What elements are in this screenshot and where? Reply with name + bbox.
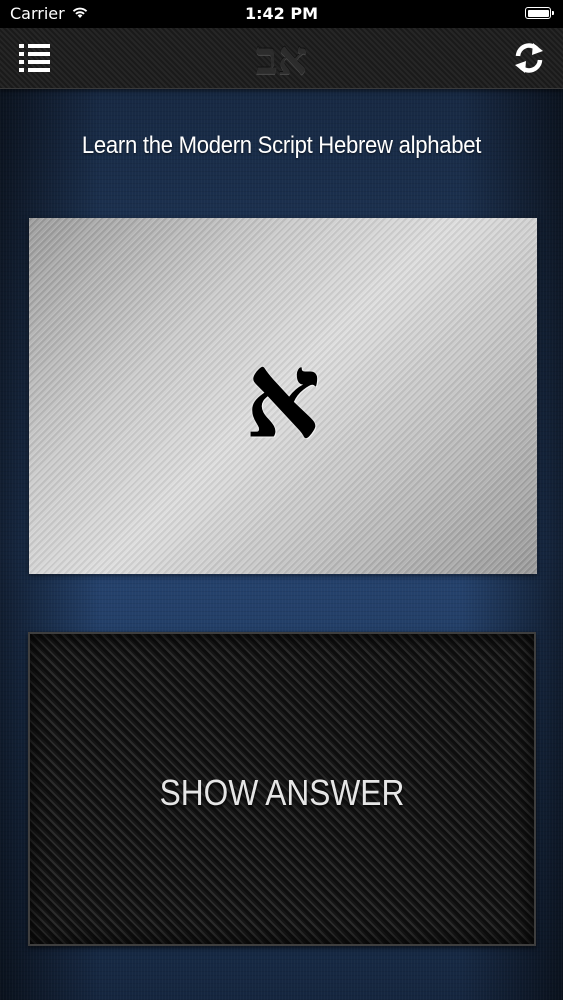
show-answer-label: SHOW ANSWER xyxy=(159,772,405,813)
status-time: 1:42 PM xyxy=(244,4,318,23)
app-screen: Carrier 1:42 PM אב Learn the Modern Scri… xyxy=(0,0,563,1000)
hebrew-letter: א xyxy=(245,326,321,465)
status-bar: Carrier 1:42 PM xyxy=(0,0,563,28)
show-answer-button[interactable]: SHOW ANSWER xyxy=(28,632,536,946)
letter-card: א xyxy=(29,218,537,574)
app-logo: אב xyxy=(255,31,308,85)
page-subtitle: Learn the Modern Script Hebrew alphabet xyxy=(81,132,482,159)
battery-icon xyxy=(525,7,554,19)
nav-bar: אב xyxy=(0,28,563,89)
refresh-icon[interactable] xyxy=(513,40,545,76)
